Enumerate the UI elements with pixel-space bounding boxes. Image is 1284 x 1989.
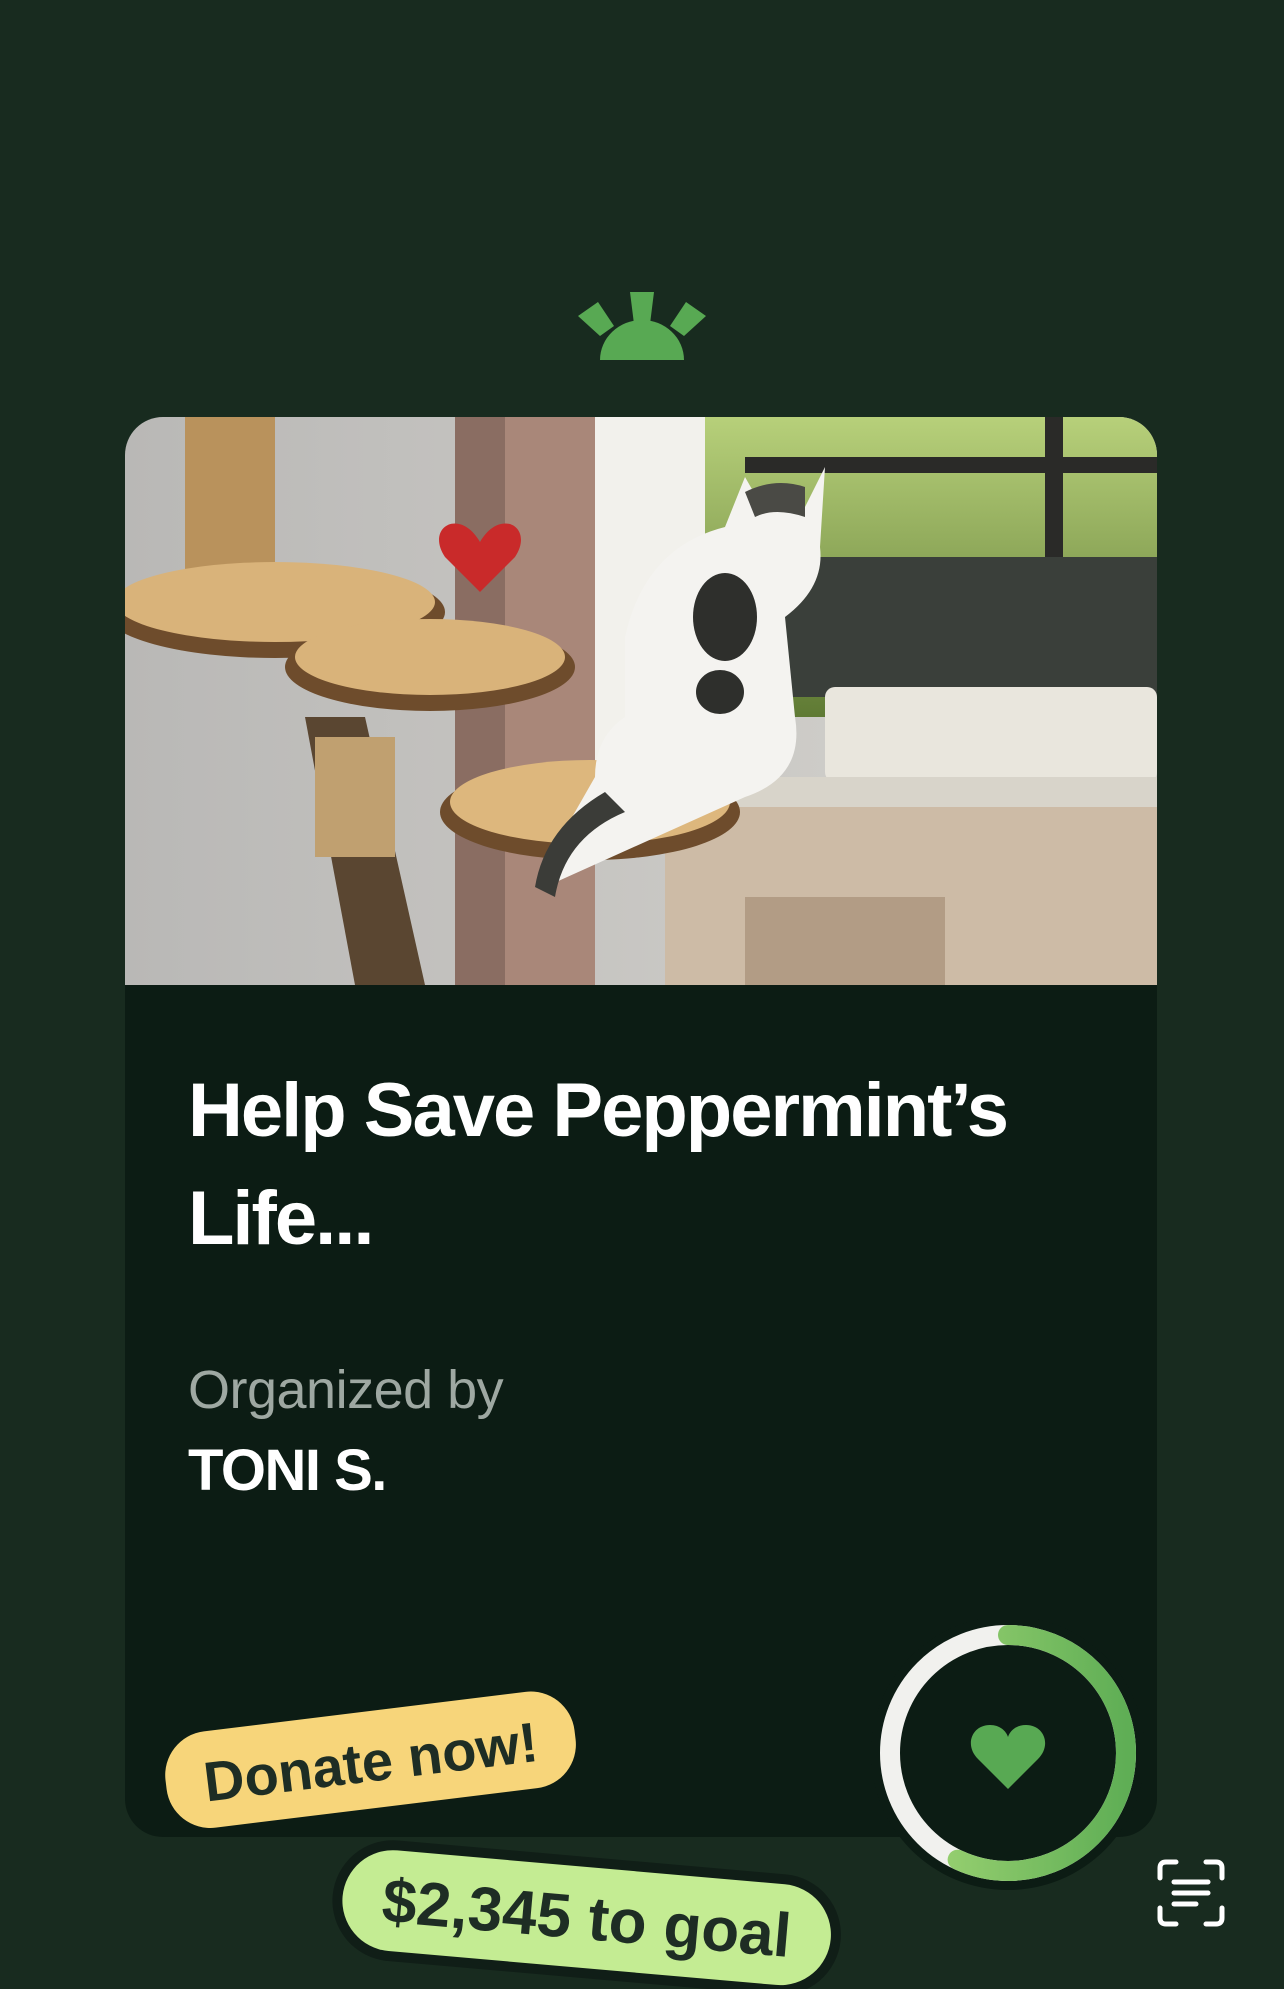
gofundme-sun-icon	[578, 292, 706, 360]
campaign-title: Help Save Peppermint’s Life...	[188, 1068, 1009, 1261]
progress-ring	[870, 1615, 1146, 1891]
amount-to-goal-badge: $2,345 to goal	[338, 1846, 836, 1989]
scan-text-icon[interactable]	[1156, 1858, 1226, 1928]
organized-by-label: Organized by	[188, 1360, 504, 1420]
heart-icon	[970, 1725, 1046, 1789]
cat-on-scratching-tree-photo	[125, 417, 1157, 985]
organizer-name: TONI S.	[188, 1438, 387, 1503]
